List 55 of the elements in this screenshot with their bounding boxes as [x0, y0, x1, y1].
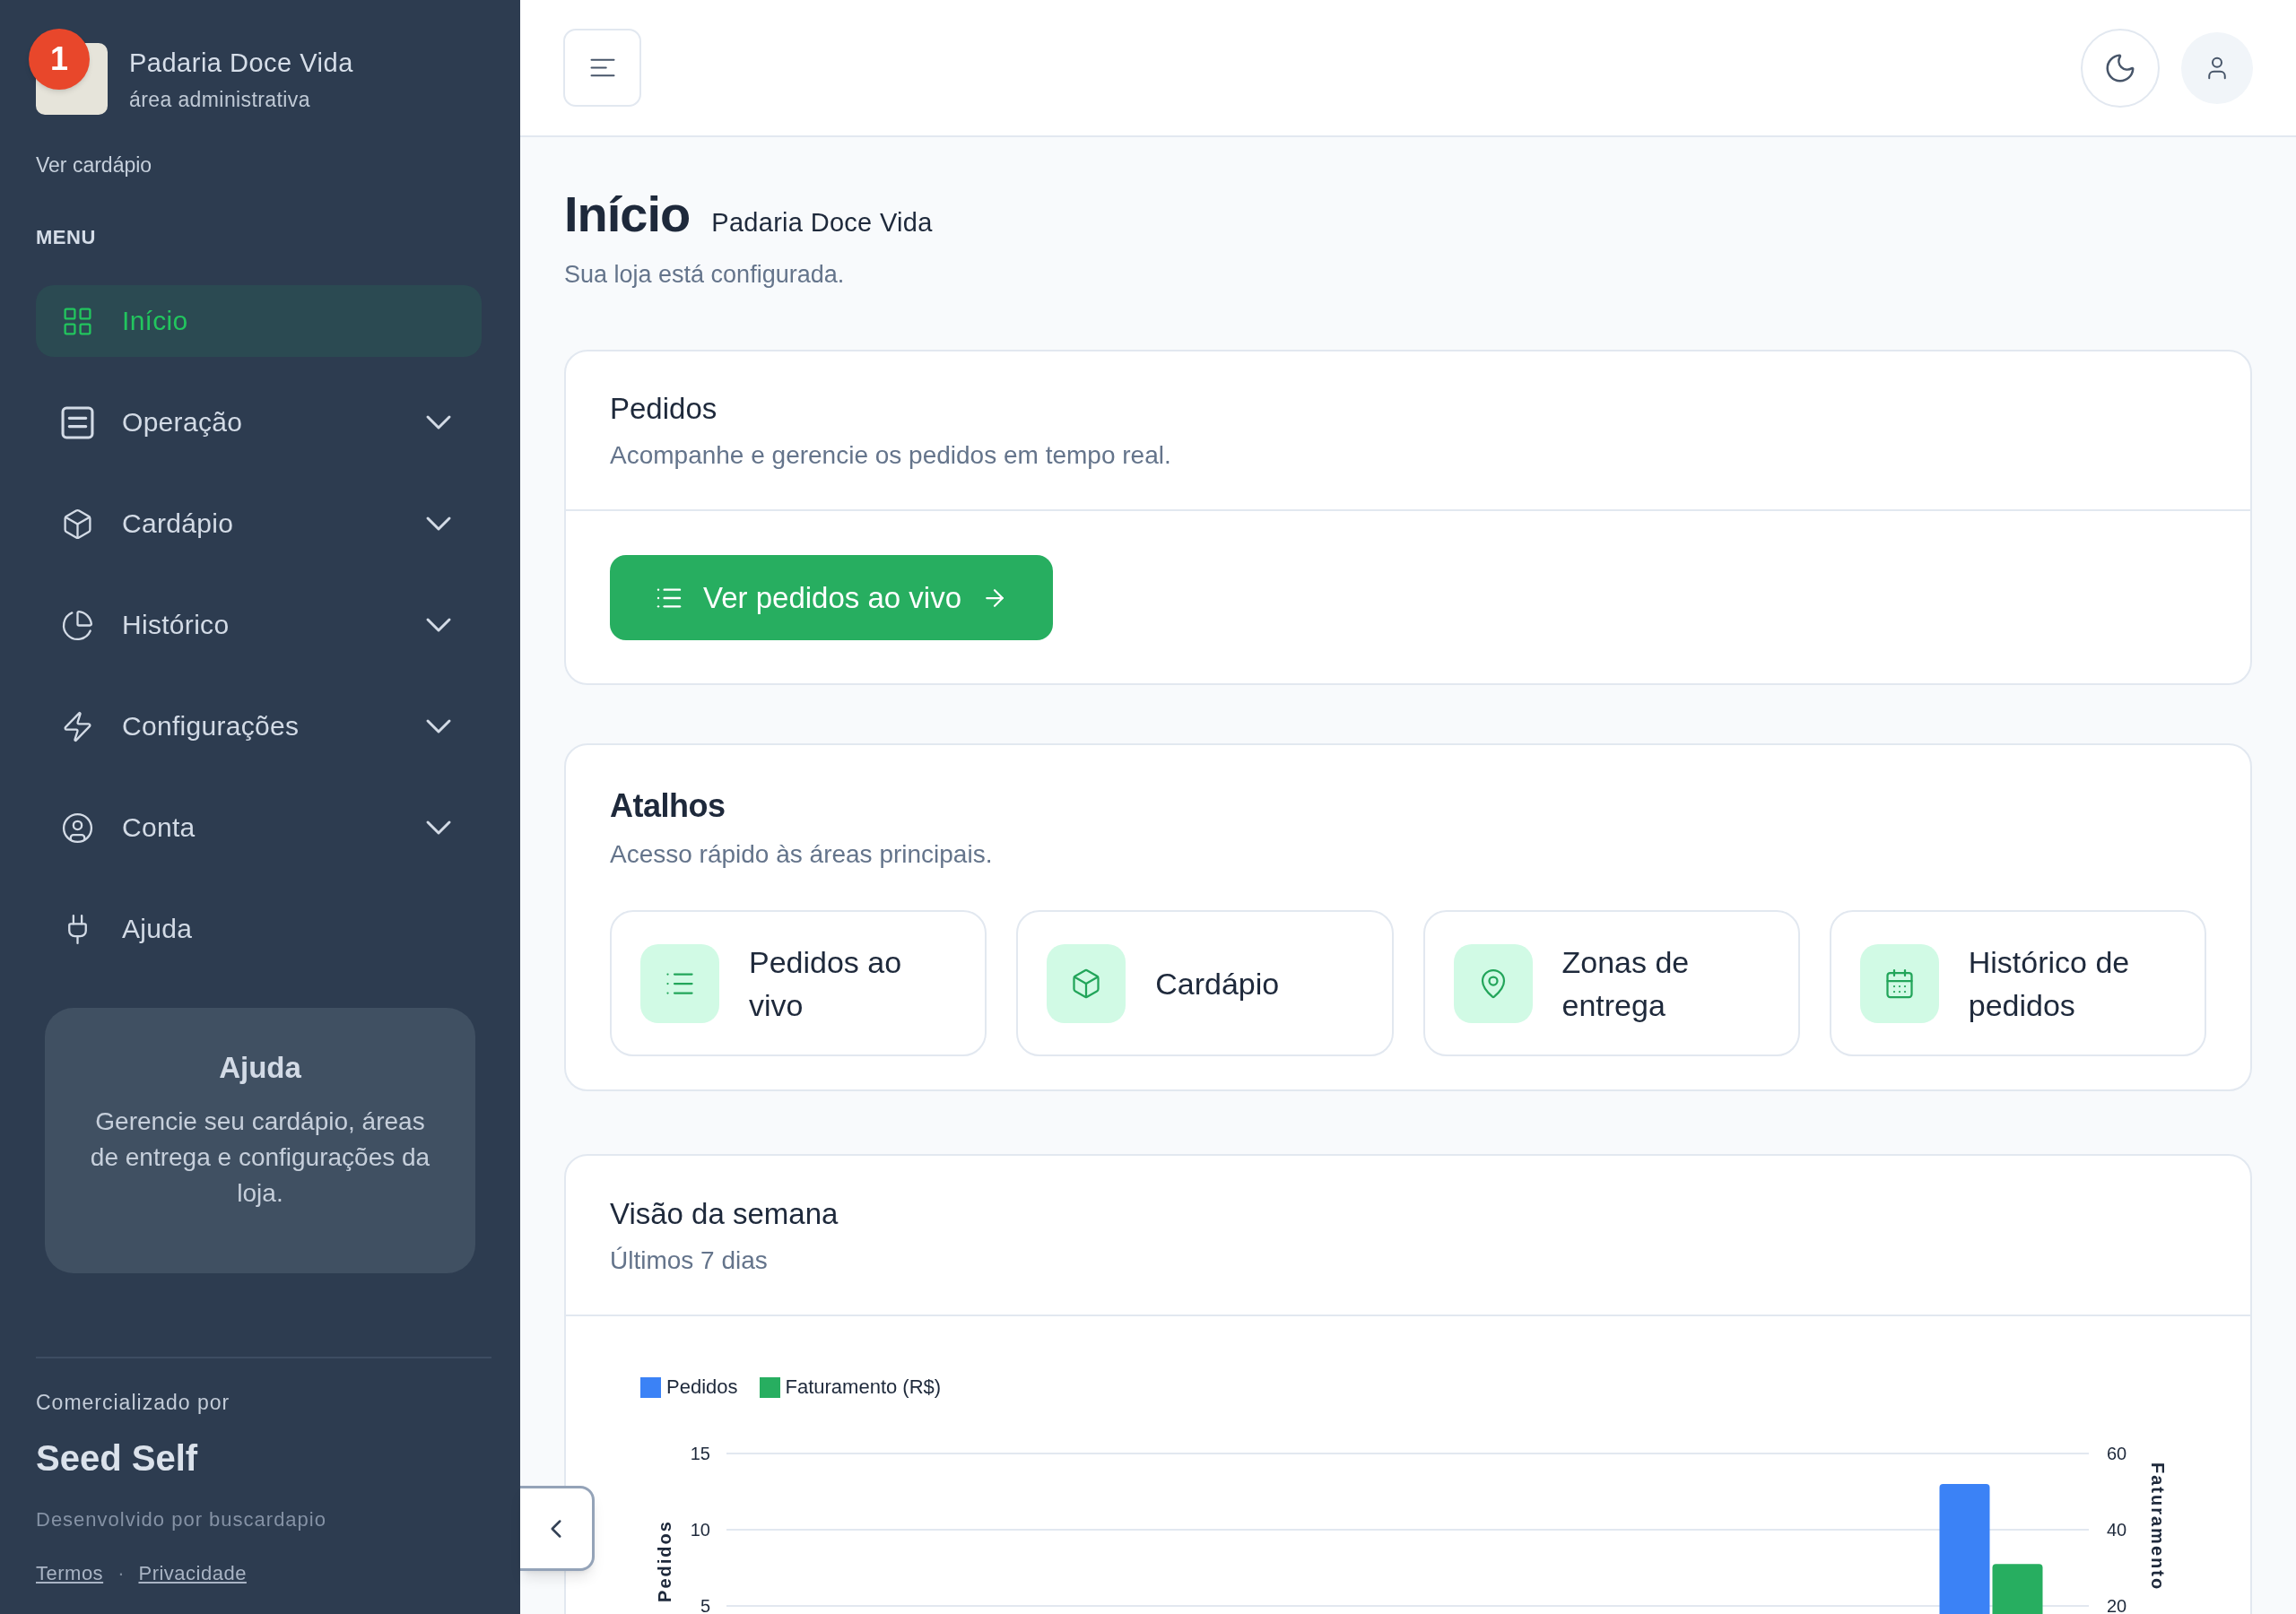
- sidebar-menu-item[interactable]: Operação: [36, 386, 482, 458]
- notification-badge: 1: [29, 29, 90, 90]
- sidebar-menu-item[interactable]: Histórico: [36, 589, 482, 661]
- collapse-sidebar-button[interactable]: [520, 1486, 595, 1571]
- card-title: Visão da semana: [610, 1196, 839, 1232]
- sidebar-menu-item[interactable]: Cardápio: [36, 488, 482, 560]
- page-subtitle: Padaria Doce Vida: [711, 207, 933, 239]
- help-card-text: Gerencie seu cardápio, áreas de entrega e configurações da loja.: [89, 1106, 431, 1209]
- square-lines-icon: [61, 405, 94, 439]
- shortcut-tile[interactable]: Histórico de pedidos: [1829, 910, 2206, 1056]
- menu-section-label: MENU: [36, 225, 96, 250]
- help-card-title: Ajuda: [219, 1050, 301, 1086]
- legend-label: Faturamento (R$): [785, 1375, 942, 1400]
- view-menu-link[interactable]: Ver cardápio: [36, 151, 152, 179]
- store-subtitle: área administrativa: [129, 86, 311, 113]
- shortcut-tile[interactable]: Cardápio: [1016, 910, 1394, 1056]
- map-pin-icon: [1453, 943, 1533, 1023]
- pie-chart-icon: [61, 608, 94, 642]
- y-axis-tick-label: 15: [690, 1444, 710, 1463]
- y-axis-tick-label: 10: [690, 1520, 710, 1540]
- sidebar-menu-item[interactable]: Ajuda: [36, 893, 482, 965]
- shortcut-tile[interactable]: Zonas de entrega: [1422, 910, 1800, 1056]
- developer-credit: Desenvolvido por buscardapio: [36, 1507, 326, 1532]
- y-axis-tick-label: 60: [2107, 1444, 2127, 1463]
- menu-icon: [588, 57, 616, 78]
- y-axis-tick-label: 40: [2107, 1520, 2127, 1540]
- shortcut-tile[interactable]: Pedidos ao vivo: [610, 910, 987, 1056]
- cube-icon: [1047, 943, 1126, 1023]
- list-icon: [640, 943, 719, 1023]
- footer-link[interactable]: Termos: [36, 1561, 104, 1586]
- marketed-by-caption: Comercializado por: [36, 1390, 230, 1415]
- card-title: Atalhos: [610, 786, 726, 826]
- card-subtitle: Acesso rápido às áreas principais.: [610, 839, 993, 870]
- calendar-icon: [1859, 943, 1939, 1023]
- legend-label: Pedidos: [666, 1375, 738, 1400]
- store-status-text: Sua loja está configurada.: [564, 260, 845, 290]
- y-axis-title: Pedidos: [655, 1520, 674, 1602]
- sidebar-menu-item[interactable]: Configurações: [36, 690, 482, 762]
- y-axis-title: Faturamento: [2148, 1462, 2168, 1592]
- card-subtitle: Acompanhe e gerencie os pedidos em tempo real.: [610, 440, 1171, 471]
- card-title: Pedidos: [610, 391, 718, 427]
- sidebar-menu-item[interactable]: Conta: [36, 792, 482, 863]
- store-name: Padaria Doce Vida: [129, 47, 353, 79]
- sidebar-menu-item[interactable]: Início: [36, 285, 482, 357]
- y-axis-tick-label: 20: [2107, 1596, 2127, 1614]
- y-axis-tick-label: 5: [700, 1596, 710, 1614]
- revenue-bar: [1992, 1564, 2043, 1614]
- link-separator: ·: [117, 1561, 125, 1586]
- page-title: Início: [564, 187, 691, 241]
- vendor-name: Seed Self: [36, 1437, 198, 1480]
- user-circle-icon: [61, 811, 94, 845]
- card-subtitle: Últimos 7 dias: [610, 1245, 768, 1276]
- cube-icon: [61, 507, 94, 541]
- footer-link[interactable]: Privacidade: [138, 1561, 247, 1586]
- menu-button[interactable]: [563, 29, 641, 107]
